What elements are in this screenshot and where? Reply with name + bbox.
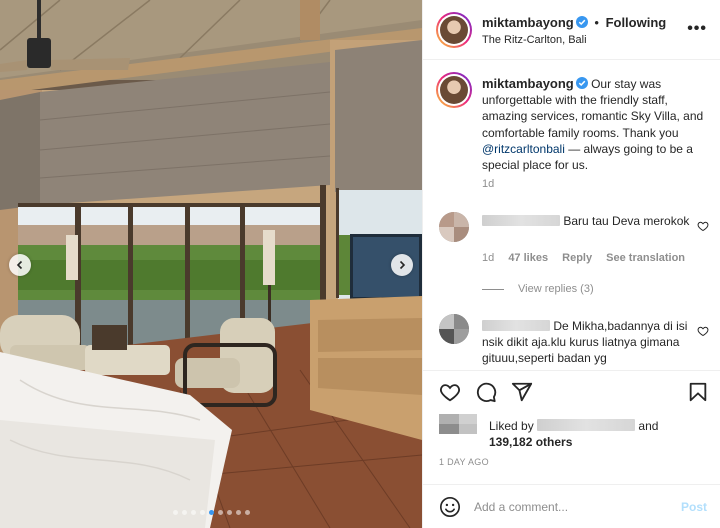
- more-options-icon[interactable]: •••: [687, 20, 707, 38]
- comment-likes[interactable]: 47 likes: [508, 252, 548, 264]
- reply-button[interactable]: Reply: [562, 252, 592, 264]
- header-user-line: miktambayong • Following: [482, 15, 666, 30]
- action-bar: [423, 370, 720, 412]
- view-replies-button[interactable]: View replies (3): [482, 283, 594, 295]
- avatar[interactable]: [439, 314, 469, 344]
- likes-text: Liked by and 139,182 others: [489, 418, 709, 450]
- caption-text: miktambayong Our stay was unforgettable …: [482, 76, 710, 173]
- location-link[interactable]: The Ritz-Carlton, Bali: [482, 34, 587, 46]
- heart-icon[interactable]: [697, 325, 709, 337]
- blurred-liker-name[interactable]: [537, 419, 636, 431]
- caption-username[interactable]: miktambayong: [482, 76, 574, 91]
- heart-icon[interactable]: [439, 381, 461, 403]
- comment-input[interactable]: Add a comment...: [474, 500, 568, 514]
- verified-badge-icon: [575, 77, 588, 89]
- and-label: and: [638, 419, 659, 433]
- avatar[interactable]: [439, 212, 469, 242]
- carousel-dot: [172, 510, 178, 515]
- post-photo[interactable]: [0, 0, 422, 528]
- comment-icon[interactable]: [475, 381, 497, 403]
- separator-dot: •: [594, 15, 599, 30]
- comment-text: Baru tau Deva merokok: [482, 213, 692, 229]
- carousel-dot: [226, 510, 232, 515]
- blurred-username[interactable]: [482, 320, 550, 331]
- carousel-dot: [190, 510, 196, 515]
- mention-link[interactable]: @ritzcarltonbali: [482, 142, 565, 156]
- liker-avatar[interactable]: [439, 414, 479, 434]
- post-header: miktambayong • Following The Ritz-Carlto…: [423, 0, 720, 60]
- liked-by-label: Liked by: [489, 419, 534, 433]
- carousel-dot: [235, 510, 241, 515]
- username-link[interactable]: miktambayong: [482, 15, 574, 30]
- comment-text: De Mikha,badannya di isi nsik dikit aja.…: [482, 318, 692, 366]
- carousel-dot: [208, 510, 214, 515]
- verified-badge-icon: [575, 16, 588, 28]
- carousel-dot: [199, 510, 205, 515]
- carousel-dot: [244, 510, 250, 515]
- comment-body: Baru tau Deva merokok: [563, 214, 690, 228]
- carousel-dot: [181, 510, 187, 515]
- following-button[interactable]: Following: [606, 15, 667, 30]
- chevron-right-icon: [399, 260, 406, 270]
- next-slide-button[interactable]: [391, 254, 413, 276]
- avatar[interactable]: [436, 12, 472, 48]
- hotel-room-image: [0, 0, 422, 528]
- comment-meta: 1d 47 likes Reply See translation: [482, 252, 696, 264]
- share-icon[interactable]: [511, 381, 533, 403]
- bookmark-icon[interactable]: [687, 381, 709, 403]
- see-translation-button[interactable]: See translation: [606, 252, 685, 264]
- caption-timestamp: 1d: [482, 178, 495, 190]
- carousel-dot: [217, 510, 223, 515]
- others-count-link[interactable]: 139,182 others: [489, 435, 572, 449]
- view-replies-label: View replies (3): [518, 283, 594, 295]
- instagram-post-modal: miktambayong • Following The Ritz-Carlto…: [0, 0, 720, 528]
- post-side-panel: miktambayong • Following The Ritz-Carlto…: [422, 0, 720, 528]
- post-timestamp: 1 DAY AGO: [439, 457, 489, 467]
- likes-summary: Liked by and 139,182 others: [423, 412, 720, 452]
- avatar[interactable]: [436, 72, 472, 108]
- heart-icon[interactable]: [697, 220, 709, 232]
- previous-slide-button[interactable]: [9, 254, 31, 276]
- blurred-username[interactable]: [482, 215, 560, 226]
- chevron-left-icon: [16, 260, 23, 270]
- carousel-indicator: [0, 510, 422, 515]
- emoji-icon[interactable]: [439, 496, 461, 518]
- post-comment-button[interactable]: Post: [681, 500, 707, 514]
- add-comment-bar: Add a comment... Post: [423, 484, 720, 528]
- comment-time: 1d: [482, 252, 495, 264]
